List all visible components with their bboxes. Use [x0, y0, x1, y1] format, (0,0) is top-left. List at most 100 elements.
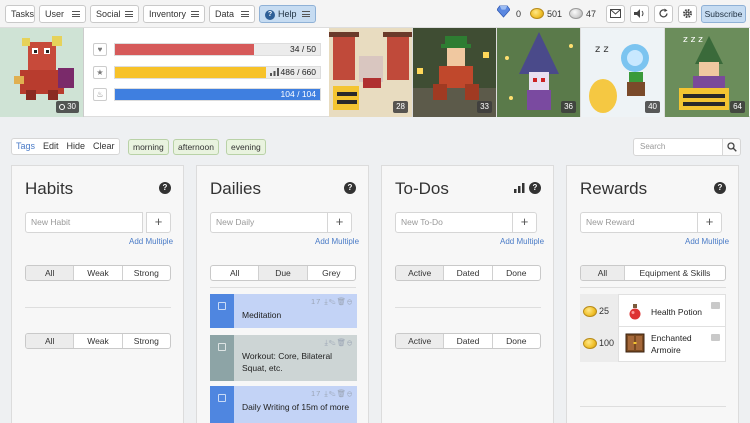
- habits-add-multiple-link[interactable]: Add Multiple: [129, 237, 173, 246]
- todos-filter-active[interactable]: Active: [396, 334, 445, 348]
- tag-chip-morning[interactable]: morning: [128, 139, 169, 155]
- new-daily-input[interactable]: New Daily: [210, 212, 328, 233]
- rewards-column: Rewards ? New Reward + Add Multiple All …: [566, 165, 739, 423]
- party-member-4[interactable]: z z 40: [581, 28, 665, 117]
- habits-filter-all[interactable]: All: [26, 334, 75, 348]
- tag-chip-evening[interactable]: evening: [226, 139, 266, 155]
- daily-task[interactable]: ⤓✎🗑⊖ Workout: Core, Bilateral Squat, etc…: [210, 335, 357, 381]
- clear-tags-button[interactable]: Clear: [89, 139, 119, 154]
- health-bar-fill: [115, 44, 255, 55]
- help-icon[interactable]: ?: [714, 182, 726, 194]
- mana-value: 104 / 104: [280, 89, 316, 99]
- gem-count: 0: [516, 9, 522, 19]
- tasks-button[interactable]: Tasks: [5, 5, 35, 23]
- todos-filter-active[interactable]: Active: [396, 266, 445, 280]
- rewards-filter-equipment[interactable]: Equipment & Skills: [625, 266, 725, 280]
- daily-checkbox[interactable]: [210, 386, 234, 423]
- user-menu[interactable]: User: [39, 5, 86, 23]
- dailies-add-multiple-link[interactable]: Add Multiple: [315, 237, 359, 246]
- potion-icon: [629, 304, 641, 320]
- signal-icon: [514, 183, 525, 193]
- habits-filter-strong[interactable]: Strong: [123, 266, 170, 280]
- dailies-title: Dailies: [210, 179, 262, 198]
- habits-filter-weak[interactable]: Weak: [74, 266, 123, 280]
- player-avatar[interactable]: 30: [0, 28, 84, 117]
- menu-icon: [125, 11, 133, 17]
- dailies-filter-all[interactable]: All: [211, 266, 260, 280]
- daily-task[interactable]: 17 ⤓✎🗑⊖ Daily Writing of 15m of more: [210, 386, 357, 423]
- new-reward-input[interactable]: New Reward: [580, 212, 698, 233]
- speaker-icon: [634, 9, 644, 18]
- social-menu[interactable]: Social: [90, 5, 139, 23]
- rewards-add-multiple-link[interactable]: Add Multiple: [685, 237, 729, 246]
- dailies-filter-grey[interactable]: Grey: [308, 266, 355, 280]
- sync-icon: [659, 8, 668, 18]
- party-member-5[interactable]: z z z 64: [665, 28, 749, 117]
- reward-buy-button[interactable]: 100: [580, 326, 618, 362]
- edit-tags-button[interactable]: Edit: [39, 139, 63, 154]
- habits-filter-all[interactable]: All: [26, 266, 75, 280]
- search-input[interactable]: Search: [633, 138, 723, 156]
- sync-button[interactable]: [654, 5, 673, 23]
- rewards-filter-all[interactable]: All: [581, 266, 625, 280]
- help-icon[interactable]: ?: [344, 182, 356, 194]
- rewards-title: Rewards: [580, 179, 648, 198]
- gold-count: 501: [547, 9, 563, 19]
- messages-button[interactable]: [606, 5, 625, 23]
- add-daily-button[interactable]: +: [327, 212, 352, 233]
- tags-button[interactable]: Tags: [12, 139, 39, 154]
- inventory-menu[interactable]: Inventory: [143, 5, 205, 23]
- new-habit-input[interactable]: New Habit: [25, 212, 143, 233]
- menu-icon: [302, 11, 310, 17]
- divider: [395, 307, 541, 308]
- dailies-filter-due[interactable]: Due: [259, 266, 308, 280]
- habits-filter-strong[interactable]: Strong: [123, 334, 170, 348]
- add-todo-button[interactable]: +: [512, 212, 537, 233]
- data-menu[interactable]: Data: [209, 5, 255, 23]
- party-member-1[interactable]: 28: [329, 28, 413, 117]
- checkbox-icon: [218, 302, 226, 310]
- mana-bar: 104 / 104: [114, 88, 321, 101]
- todos-filter-dated[interactable]: Dated: [444, 334, 493, 348]
- new-todo-input[interactable]: New To-Do: [395, 212, 513, 233]
- armoire-icon: [625, 333, 645, 353]
- habits-filter-weak[interactable]: Weak: [74, 334, 123, 348]
- daily-text: Daily Writing of 15m of more: [242, 402, 350, 412]
- search-icon: [727, 142, 737, 152]
- tag-chip-afternoon[interactable]: afternoon: [173, 139, 219, 155]
- sound-button[interactable]: [630, 5, 649, 23]
- party-level-badge: 64: [730, 101, 745, 113]
- help-icon[interactable]: ?: [159, 182, 171, 194]
- settings-button[interactable]: [678, 5, 697, 23]
- daily-checkbox[interactable]: [210, 335, 234, 381]
- party-member-3[interactable]: 36: [497, 28, 581, 117]
- party-member-2[interactable]: 33: [413, 28, 497, 117]
- svg-text:z z z: z z z: [683, 35, 703, 45]
- todos-filter-done[interactable]: Done: [493, 334, 540, 348]
- tag-controls: Tags Edit Hide Clear: [11, 138, 120, 155]
- help-icon: ?: [265, 9, 275, 20]
- reward-item[interactable]: 100 Enchanted Armoire: [580, 326, 726, 362]
- search-button[interactable]: [722, 138, 741, 156]
- heart-icon: ♥: [93, 43, 107, 56]
- player-header: 30 ♥ 34 / 50 ★ 486 / 660 ♨ 104 / 104 28 …: [0, 28, 750, 117]
- reward-card: Health Potion: [618, 294, 726, 329]
- subscribe-button[interactable]: Subscribe: [701, 5, 746, 23]
- todos-add-multiple-link[interactable]: Add Multiple: [500, 237, 544, 246]
- todos-filter-done[interactable]: Done: [493, 266, 540, 280]
- daily-task[interactable]: 17 ⤓✎🗑⊖ Meditation: [210, 294, 357, 328]
- reward-card: Enchanted Armoire: [618, 326, 726, 362]
- party-level-badge: 36: [561, 101, 576, 113]
- help-menu[interactable]: ? Help: [259, 5, 316, 23]
- daily-checkbox[interactable]: [210, 294, 234, 328]
- reward-buy-button[interactable]: 25: [580, 294, 618, 329]
- daily-text: Meditation: [242, 310, 282, 320]
- help-icon[interactable]: ?: [529, 182, 541, 194]
- todos-filter-dated[interactable]: Dated: [444, 266, 493, 280]
- reward-item[interactable]: 25 Health Potion: [580, 294, 726, 329]
- menu-icon: [241, 11, 249, 17]
- add-habit-button[interactable]: +: [146, 212, 171, 233]
- todos-title: To-Dos: [395, 179, 449, 198]
- add-reward-button[interactable]: +: [697, 212, 722, 233]
- hide-tags-button[interactable]: Hide: [63, 139, 90, 154]
